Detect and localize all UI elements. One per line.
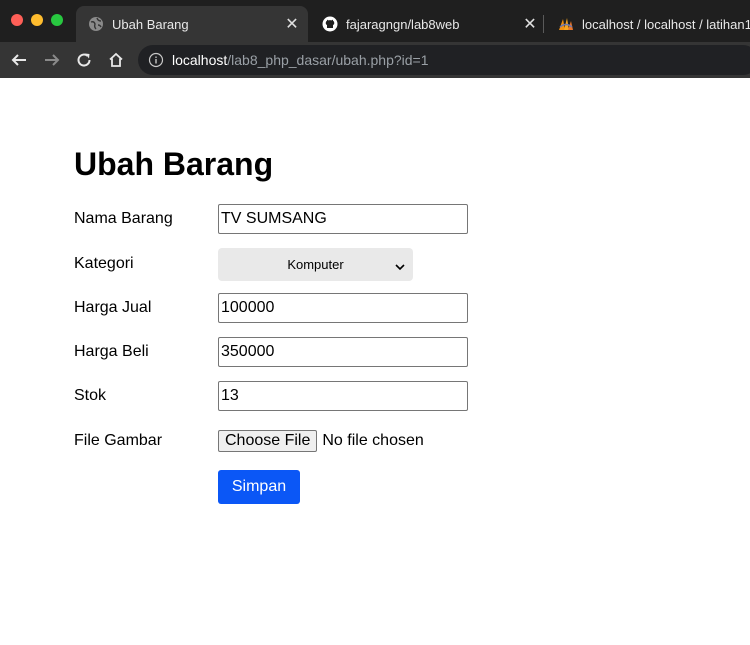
kategori-select[interactable]: Komputer (218, 248, 413, 281)
harga-beli-input[interactable] (218, 337, 468, 367)
harga-jual-label: Harga Jual (74, 299, 152, 316)
tab-title: Ubah Barang (112, 16, 189, 32)
kategori-selected-value: Komputer (287, 257, 344, 272)
browser-tab-bar: Ubah Barang ✕ fajaragngn/lab8web ✕ local… (0, 0, 750, 42)
kategori-label: Kategori (74, 255, 134, 272)
window-close-button[interactable] (11, 14, 23, 26)
address-bar[interactable]: localhost/lab8_php_dasar/ubah.php?id=1 (138, 45, 750, 75)
github-icon (322, 16, 338, 32)
window-minimize-button[interactable] (31, 14, 43, 26)
window-maximize-button[interactable] (51, 14, 63, 26)
nama-barang-input[interactable] (218, 204, 468, 234)
globe-icon (88, 16, 104, 32)
address-url: localhost/lab8_php_dasar/ubah.php?id=1 (172, 52, 429, 68)
phpmyadmin-icon (558, 16, 574, 32)
choose-file-button[interactable]: Choose File (218, 430, 318, 452)
close-icon[interactable]: ✕ (520, 14, 540, 34)
info-icon[interactable] (148, 52, 164, 68)
browser-tab-phpmyadmin[interactable]: localhost / localhost / latihan1 (546, 6, 750, 42)
home-icon[interactable] (104, 48, 128, 72)
file-status-text: No file chosen (322, 432, 424, 449)
page-title: Ubah Barang (74, 146, 274, 182)
browser-tab-ubah-barang[interactable]: Ubah Barang ✕ (76, 6, 308, 42)
tab-title: localhost / localhost / latihan1 (582, 16, 750, 32)
back-arrow-icon[interactable] (7, 48, 31, 72)
browser-toolbar: localhost/lab8_php_dasar/ubah.php?id=1 (0, 42, 750, 78)
harga-jual-input[interactable] (218, 293, 468, 323)
browser-tab-github[interactable]: fajaragngn/lab8web ✕ (310, 6, 546, 42)
stok-input[interactable] (218, 381, 468, 411)
tab-separator (543, 15, 544, 33)
forward-arrow-icon[interactable] (40, 48, 64, 72)
harga-beli-label: Harga Beli (74, 343, 149, 360)
close-icon[interactable]: ✕ (282, 14, 302, 34)
file-gambar-label: File Gambar (74, 432, 163, 449)
stok-label: Stok (74, 387, 107, 404)
tab-title: fajaragngn/lab8web (346, 16, 460, 32)
nama-barang-label: Nama Barang (74, 210, 173, 227)
chevron-down-icon (395, 260, 405, 271)
page-content: Ubah Barang Nama Barang Kategori Kompute… (0, 78, 750, 645)
simpan-button[interactable]: Simpan (218, 470, 300, 504)
file-gambar-field: Choose File No file chosen (218, 429, 424, 453)
reload-icon[interactable] (72, 48, 96, 72)
